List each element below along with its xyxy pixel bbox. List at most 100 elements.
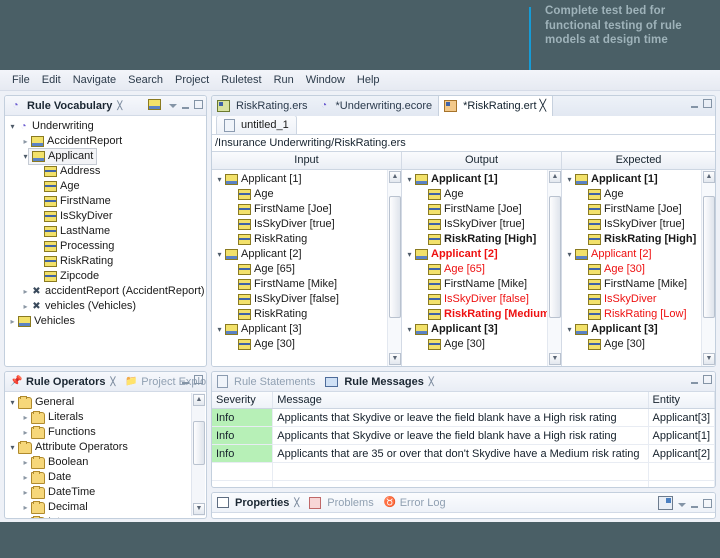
expand-arrow-open-icon[interactable] <box>404 250 415 259</box>
close-icon[interactable]: ╳ <box>429 377 434 386</box>
expand-arrow-closed-icon[interactable] <box>20 473 31 482</box>
tree-item[interactable]: RiskRating <box>212 232 401 247</box>
input-tree[interactable]: Applicant [1] Age FirstName [Joe] IsSkyDive… <box>212 170 401 352</box>
close-icon[interactable]: ╳ <box>540 99 547 112</box>
tree-item[interactable]: Age [65] <box>212 262 401 277</box>
view-menu-icon[interactable] <box>678 502 686 507</box>
tree-item[interactable]: Age <box>402 187 561 202</box>
tree-item[interactable]: Age [30] <box>562 337 715 352</box>
header-message[interactable]: Message <box>272 392 649 409</box>
menu-item-project[interactable]: Project <box>169 73 215 87</box>
scroll-up-icon[interactable]: ▲ <box>193 394 205 406</box>
menu-item-edit[interactable]: Edit <box>36 73 67 87</box>
expand-arrow-open-icon[interactable] <box>404 325 415 334</box>
input-scrollbar[interactable]: ▲ ▼ <box>387 170 401 366</box>
scroll-up-icon[interactable]: ▲ <box>549 171 561 183</box>
expand-arrow-closed-icon[interactable] <box>20 518 31 519</box>
view-menu-icon[interactable] <box>169 104 177 108</box>
operators-scrollbar[interactable]: ▲ ▼ <box>191 393 205 516</box>
maximize-icon[interactable] <box>703 99 712 108</box>
expand-arrow-closed-icon[interactable] <box>20 413 31 422</box>
vocabulary-tree[interactable]: Underwriting AccidentReport Applicant Addre… <box>5 116 206 329</box>
tree-item[interactable]: RiskRating <box>5 254 206 269</box>
minimize-icon[interactable] <box>182 379 189 384</box>
expand-arrow-open-icon[interactable] <box>7 443 18 452</box>
expand-arrow-closed-icon[interactable] <box>20 287 31 296</box>
tree-item[interactable]: RiskRating <box>212 307 401 322</box>
scroll-down-icon[interactable]: ▼ <box>703 353 715 365</box>
tree-item[interactable]: Applicant [3] <box>402 322 561 337</box>
menu-item-search[interactable]: Search <box>122 73 169 87</box>
tree-item[interactable]: Applicant [2] <box>402 247 561 262</box>
tree-item[interactable]: Attribute Operators <box>5 440 206 455</box>
maximize-icon[interactable] <box>703 498 712 508</box>
close-icon[interactable]: ╳ <box>110 377 115 386</box>
expand-arrow-open-icon[interactable] <box>214 325 225 334</box>
expand-arrow-closed-icon[interactable] <box>20 488 31 497</box>
minimize-icon[interactable] <box>691 379 698 384</box>
scroll-down-icon[interactable]: ▼ <box>549 353 561 365</box>
expand-arrow-open-icon[interactable] <box>214 175 225 184</box>
tab-problems[interactable]: Problems <box>304 494 378 512</box>
tree-item[interactable]: Integer <box>5 515 206 519</box>
tab-rule-messages[interactable]: Rule Messages ╳ <box>320 373 438 391</box>
tree-item[interactable]: Applicant [1] <box>402 172 561 187</box>
menu-item-navigate[interactable]: Navigate <box>67 73 122 87</box>
restore-view-icon[interactable] <box>658 496 673 510</box>
expand-arrow-open-icon[interactable] <box>564 175 575 184</box>
tree-item[interactable]: Processing <box>5 239 206 254</box>
table-row[interactable]: Info Applicants that Skydive or leave the… <box>212 426 715 445</box>
tree-item[interactable]: IsSkyDiver [true] <box>402 217 561 232</box>
scroll-up-icon[interactable]: ▲ <box>703 171 715 183</box>
tree-item[interactable]: Decimal <box>5 500 206 515</box>
close-icon[interactable]: ╳ <box>294 498 299 507</box>
expand-arrow-closed-icon[interactable] <box>20 137 31 146</box>
tree-item[interactable]: Age <box>562 187 715 202</box>
minimize-icon[interactable] <box>691 503 698 508</box>
expand-arrow-closed-icon[interactable] <box>20 302 31 311</box>
output-scrollbar[interactable]: ▲ ▼ <box>547 170 561 366</box>
column-header-expected[interactable]: Expected <box>562 152 715 169</box>
expand-arrow-open-icon[interactable] <box>564 250 575 259</box>
close-icon[interactable]: ╳ <box>117 101 122 110</box>
header-entity[interactable]: Entity <box>648 392 715 409</box>
maximize-icon[interactable] <box>703 375 712 384</box>
menu-item-help[interactable]: Help <box>351 73 386 87</box>
tree-item[interactable]: Underwriting <box>5 119 206 134</box>
expand-arrow-open-icon[interactable] <box>404 175 415 184</box>
tree-item[interactable]: IsSkyDiver [false] <box>212 292 401 307</box>
tree-item[interactable]: General <box>5 395 206 410</box>
editor-tab-riskrating-ers[interactable]: RiskRating.ers <box>212 96 314 116</box>
tree-item[interactable]: AccidentReport <box>5 134 206 149</box>
tree-item[interactable]: RiskRating [High] <box>562 232 715 247</box>
tree-item[interactable]: IsSkyDiver [true] <box>212 217 401 232</box>
tree-item[interactable]: Applicant [3] <box>562 322 715 337</box>
tree-item[interactable]: Age [30] <box>212 337 401 352</box>
tree-item[interactable]: Applicant [2] <box>212 247 401 262</box>
expand-arrow-open-icon[interactable] <box>7 398 18 407</box>
operators-tree[interactable]: General Literals Functions Attribute Operat… <box>5 392 206 519</box>
tab-rule-vocabulary[interactable]: Rule Vocabulary ╳ <box>5 97 127 115</box>
scroll-down-icon[interactable]: ▼ <box>193 503 205 515</box>
tree-item[interactable]: vehicles (Vehicles) <box>5 299 206 314</box>
tree-item[interactable]: Age [30] <box>562 262 715 277</box>
scrollbar-thumb[interactable] <box>193 421 205 465</box>
editor-tab-underwriting-ecore[interactable]: *Underwriting.ecore <box>314 96 439 116</box>
tree-item[interactable]: Applicant <box>5 148 206 165</box>
tree-item[interactable]: Functions <box>5 425 206 440</box>
expand-arrow-open-icon[interactable] <box>214 250 225 259</box>
tree-item[interactable]: Literals <box>5 410 206 425</box>
minimize-icon[interactable] <box>182 104 189 109</box>
tab-rule-statements[interactable]: Rule Statements <box>212 373 320 391</box>
tree-item[interactable]: IsSkyDiver [false] <box>402 292 561 307</box>
header-severity[interactable]: Severity <box>212 392 274 409</box>
tree-item[interactable]: IsSkyDiver <box>562 292 715 307</box>
tab-error-log[interactable]: Error Log <box>379 494 451 512</box>
editor-tab-riskrating-ert[interactable]: *RiskRating.ert ╳ <box>438 96 554 116</box>
tree-item[interactable]: DateTime <box>5 485 206 500</box>
expand-arrow-closed-icon[interactable] <box>7 317 18 326</box>
output-tree[interactable]: Applicant [1] Age FirstName [Joe] IsSkyDive… <box>402 170 561 352</box>
minimize-icon[interactable] <box>691 103 698 108</box>
tree-item[interactable]: FirstName <box>5 194 206 209</box>
tree-item[interactable]: Applicant [1] <box>562 172 715 187</box>
